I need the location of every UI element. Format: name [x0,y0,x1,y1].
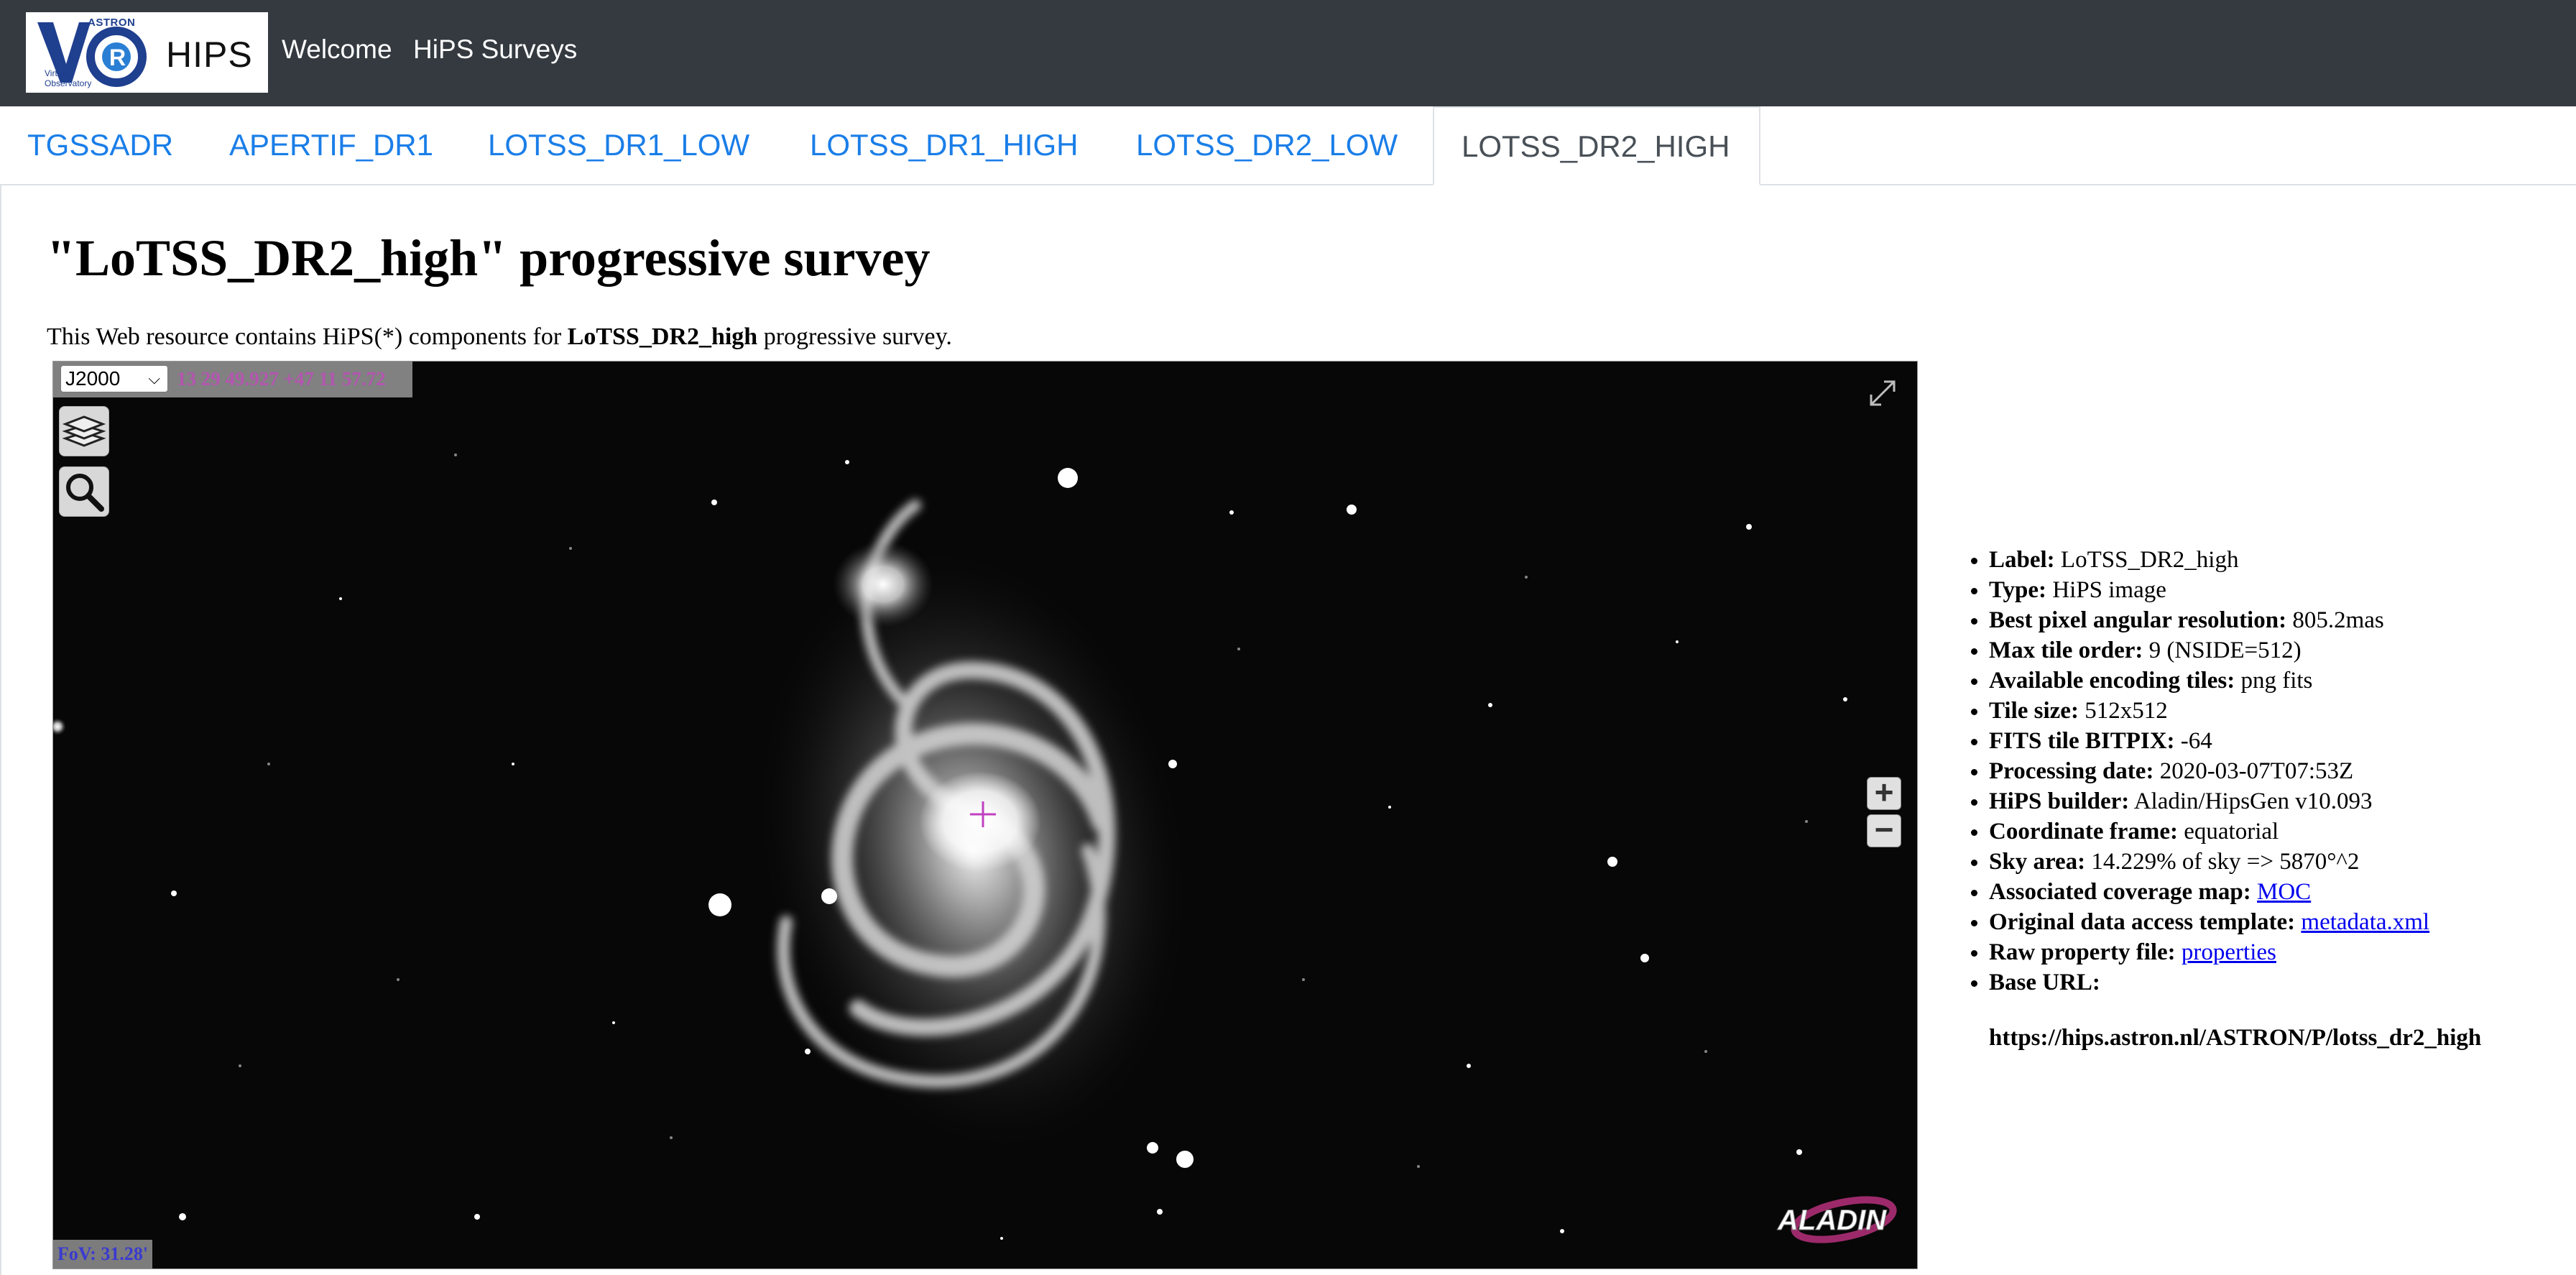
zoom-out-button[interactable]: − [1867,813,1901,847]
survey-properties-list: Label: LoTSS_DR2_high Type: HiPS image B… [1967,545,2576,998]
prop-moc: Associated coverage map: MOC [1989,877,2576,907]
chevron-down-icon: ⌵ [148,369,160,387]
prop-type-value: HiPS image [2052,577,2166,603]
tab-apertif-dr1[interactable]: APERTIF_DR1 [202,106,461,184]
prop-processing-date-value: 2020-03-07T07:53Z [2159,758,2354,784]
tab-lotss-dr2-high[interactable]: LOTSS_DR2_HIGH [1433,106,1760,185]
prop-label-key: Label: [1989,547,2055,573]
nav-link-hips-surveys[interactable]: HiPS Surveys [413,34,577,65]
aladin-logo-text: ALADIN [1777,1205,1887,1236]
survey-tabs: TGSSADR APERTIF_DR1 LOTSS_DR1_LOW LOTSS_… [0,106,2576,185]
layers-icon [62,415,106,447]
tab-lotss-dr1-low[interactable]: LOTSS_DR1_LOW [461,106,777,184]
tab-lotss-dr2-low[interactable]: LOTSS_DR2_LOW [1109,106,1425,184]
hips-logo[interactable]: R ASTRON Virtual Observatory HIPS [26,12,268,93]
prop-base-url: Base URL: [1989,967,2576,998]
fov-indicator: FoV: 31.28' [53,1240,153,1269]
frame-select[interactable]: J2000 ⌵ [60,365,168,392]
sky-image[interactable] [53,362,1918,1269]
prop-label: Label: LoTSS_DR2_high [1989,545,2576,575]
fullscreen-icon[interactable] [1862,373,1903,413]
prop-builder: HiPS builder: Aladin/HipsGen v10.093 [1989,786,2576,816]
prop-resolution-value: 805.2mas [2292,607,2384,633]
prop-bitpix-value: -64 [2180,728,2212,754]
prop-frame-key: Coordinate frame: [1989,819,2179,844]
zoom-in-button[interactable]: + [1867,775,1901,810]
prop-encoding-key: Available encoding tiles: [1989,668,2235,694]
prop-type-key: Type: [1989,577,2047,603]
tab-lotss-dr1-high[interactable]: LOTSS_DR1_HIGH [783,106,1105,184]
prop-template: Original data access template: metadata.… [1989,907,2576,937]
prop-sky-area-key: Sky area: [1989,849,2086,875]
prop-base-url-key: Base URL: [1989,970,2100,995]
moc-link[interactable]: MOC [2257,879,2311,905]
prop-encoding: Available encoding tiles: png fits [1989,666,2576,696]
prop-processing-date: Processing date: 2020-03-07T07:53Z [1989,756,2576,786]
svg-text:R: R [109,45,126,70]
prop-tile-size: Tile size: 512x512 [1989,696,2576,726]
prop-bitpix: FITS tile BITPIX: -64 [1989,726,2576,756]
metadata-xml-link[interactable]: metadata.xml [2301,909,2429,935]
logo-subtitle: Virtual Observatory [45,68,91,88]
prop-builder-value: Aladin/HipsGen v10.093 [2133,788,2373,814]
top-navbar: R ASTRON Virtual Observatory HIPS Welcom… [0,0,2576,106]
logo-astron-text: ASTRON [88,17,136,29]
layers-button[interactable] [59,406,109,456]
base-url-value: https://hips.astron.nl/ASTRON/P/lotss_dr… [1989,1025,2482,1051]
prop-max-order: Max tile order: 9 (NSIDE=512) [1989,635,2576,666]
aladin-logo: ALADIN [1777,1196,1897,1243]
prop-builder-key: HiPS builder: [1989,788,2130,814]
frame-select-value: J2000 [65,367,121,390]
prop-tile-size-value: 512x512 [2085,698,2168,724]
prop-sky-area: Sky area: 14.229% of sky => 5870°^2 [1989,847,2576,877]
logo-observatory-text: Observatory [45,78,92,88]
prop-tile-size-key: Tile size: [1989,698,2079,724]
intro-suffix: progressive survey. [757,323,952,350]
prop-resolution: Best pixel angular resolution: 805.2mas [1989,605,2576,635]
page-title: "LoTSS_DR2_high" progressive survey [47,229,931,287]
prop-max-order-value: 9 (NSIDE=512) [2148,638,2302,663]
frame-coordinate-bar: J2000 ⌵ 13 29 49.927 +47 11 57.72 [53,362,412,397]
properties-link[interactable]: properties [2182,939,2276,965]
coordinate-readout: 13 29 49.927 +47 11 57.72 [177,368,386,390]
prop-label-value: LoTSS_DR2_high [2060,547,2239,573]
search-icon [66,474,104,512]
prop-processing-date-key: Processing date: [1989,758,2154,784]
aladin-sky-viewer[interactable]: J2000 ⌵ 13 29 49.927 +47 11 57.72 + − FoV… [52,361,1918,1269]
nav-link-welcome[interactable]: Welcome [282,34,392,65]
intro-text: This Web resource contains HiPS(*) compo… [47,323,952,351]
prop-encoding-value: png fits [2240,668,2313,694]
prop-template-key: Original data access template: [1989,909,2296,935]
logo-hips-text: HIPS [166,34,253,75]
search-button[interactable] [59,466,109,517]
logo-virtual-text: Virtual [45,68,69,78]
prop-frame: Coordinate frame: equatorial [1989,816,2576,847]
prop-raw-key: Raw property file: [1989,939,2176,965]
prop-bitpix-key: FITS tile BITPIX: [1989,728,2175,754]
tab-tgssadr[interactable]: TGSSADR [0,106,200,184]
intro-prefix: This Web resource contains HiPS(*) compo… [47,323,568,350]
prop-raw: Raw property file: properties [1989,937,2576,967]
intro-survey-name: LoTSS_DR2_high [567,323,758,350]
prop-frame-value: equatorial [2184,819,2279,844]
prop-resolution-key: Best pixel angular resolution: [1989,607,2287,633]
prop-moc-key: Associated coverage map: [1989,879,2251,905]
prop-max-order-key: Max tile order: [1989,638,2143,663]
prop-type: Type: HiPS image [1989,575,2576,605]
prop-sky-area-value: 14.229% of sky => 5870°^2 [2091,849,2360,875]
